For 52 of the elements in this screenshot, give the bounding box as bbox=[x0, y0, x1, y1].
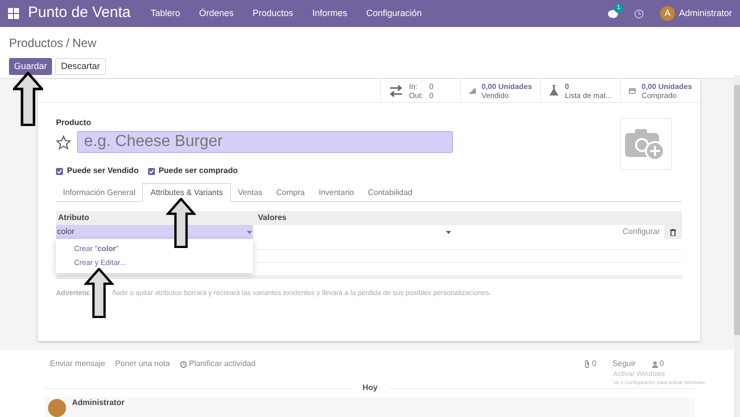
field-label: Producto bbox=[56, 117, 92, 129]
breadcrumb-item: / bbox=[66, 35, 70, 52]
form-tab[interactable]: Información General bbox=[56, 183, 142, 202]
menu-link[interactable]: Informes bbox=[312, 6, 348, 20]
breadcrumb-item[interactable]: Productos bbox=[9, 34, 64, 52]
form-tab[interactable]: Attributes & Variants bbox=[142, 183, 231, 202]
chatter-action[interactable]: Planificar actividad bbox=[180, 358, 256, 370]
discard-button[interactable]: Descartar bbox=[55, 58, 106, 75]
user-avatar[interactable]: A bbox=[660, 6, 675, 21]
chatter-action[interactable]: Enviar mensaje bbox=[50, 358, 106, 370]
app-name[interactable]: Punto de Venta bbox=[28, 2, 131, 25]
clock-icon[interactable] bbox=[634, 8, 644, 18]
scrollbar-thumb[interactable] bbox=[734, 85, 740, 335]
paperclip-icon[interactable] bbox=[584, 360, 590, 368]
clock-icon bbox=[180, 360, 187, 368]
chat-bubbles-icon[interactable] bbox=[608, 8, 620, 18]
user-name[interactable]: Administrator bbox=[678, 6, 732, 20]
up-arrow-annotation bbox=[166, 198, 196, 248]
caret-icon bbox=[446, 230, 451, 234]
menu-link[interactable]: Productos bbox=[252, 6, 294, 20]
apps-grid-icon[interactable] bbox=[8, 8, 19, 19]
message-author: Administrator bbox=[72, 398, 124, 407]
person-icon[interactable] bbox=[652, 360, 658, 368]
flask-icon bbox=[549, 84, 559, 97]
column-header: Valores bbox=[257, 212, 288, 224]
column-header: Atributo bbox=[57, 212, 90, 224]
transfer-arrows-icon bbox=[389, 84, 403, 96]
follow-button[interactable]: Seguir bbox=[612, 358, 636, 370]
configure-button[interactable]: Configurar bbox=[622, 226, 660, 238]
attachment-count: 0 bbox=[592, 358, 596, 370]
form-tab[interactable]: Ventas bbox=[230, 183, 270, 202]
form-tab[interactable]: Compra bbox=[269, 183, 312, 202]
breadcrumb-item: New bbox=[72, 35, 96, 52]
form-tab[interactable]: Inventario bbox=[312, 183, 361, 202]
save-button[interactable]: Guardar bbox=[9, 58, 52, 75]
caret-icon bbox=[247, 230, 252, 234]
attribute-select[interactable]: color bbox=[56, 225, 253, 239]
chatter-action[interactable]: Poner una nota bbox=[115, 358, 170, 370]
trash-icon[interactable] bbox=[670, 228, 676, 236]
checkbox[interactable] bbox=[56, 168, 63, 174]
star-icon[interactable] bbox=[56, 134, 71, 150]
checkbox[interactable] bbox=[148, 168, 155, 174]
menu-link[interactable]: Órdenes bbox=[199, 6, 234, 20]
follower-count: 0 bbox=[660, 358, 664, 370]
checkbox-label: Puede ser comprado bbox=[158, 165, 238, 177]
day-separator: Hoy bbox=[361, 382, 379, 394]
menu-link[interactable]: Configuración bbox=[366, 6, 422, 20]
menu-link[interactable]: Tablero bbox=[150, 6, 180, 20]
product-name-field[interactable]: e.g. Cheese Burger bbox=[77, 131, 453, 153]
form-tab[interactable]: Contabilidad bbox=[360, 183, 420, 202]
author-avatar bbox=[48, 399, 66, 417]
checkbox-label: Puede ser Vendido bbox=[67, 165, 139, 177]
